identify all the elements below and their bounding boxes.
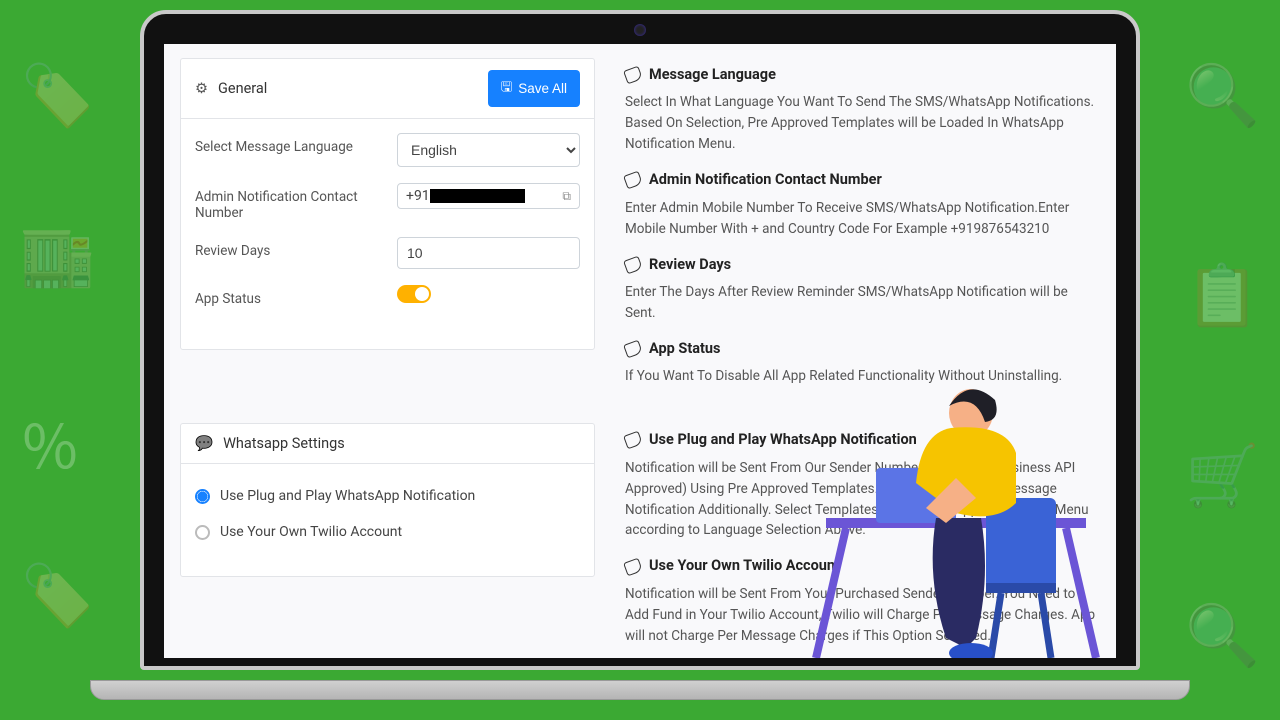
gear-icon bbox=[195, 80, 208, 97]
admin-number-label: Admin Notification Contact Number bbox=[195, 183, 385, 221]
redacted-number bbox=[430, 189, 525, 203]
app-screen: General Save All Select Message Language bbox=[164, 44, 1116, 658]
clipboard-icon[interactable]: ⧉ bbox=[562, 189, 571, 204]
hint-text: Notification will be Sent From Our Sende… bbox=[625, 458, 1100, 542]
hint-heading: App Status bbox=[649, 338, 721, 360]
admin-number-input[interactable]: +91 ⧉ bbox=[397, 183, 580, 209]
whatsapp-panel: Whatsapp Settings Use Plug and Play What… bbox=[180, 423, 595, 577]
hand-icon bbox=[623, 66, 643, 85]
hint-heading: Review Days bbox=[649, 254, 731, 276]
hand-icon bbox=[623, 557, 643, 576]
language-select[interactable]: English bbox=[397, 133, 580, 167]
hint-text: Enter Admin Mobile Number To Receive SMS… bbox=[625, 198, 1100, 240]
app-status-toggle[interactable] bbox=[397, 285, 431, 303]
review-days-input[interactable] bbox=[397, 237, 580, 269]
hint-text: Notification will be Sent From Your Purc… bbox=[625, 584, 1100, 647]
panel-title: General bbox=[218, 80, 267, 97]
laptop-base bbox=[90, 680, 1190, 700]
review-days-label: Review Days bbox=[195, 237, 385, 259]
hint-text: Enter The Days After Review Reminder SMS… bbox=[625, 282, 1100, 324]
hint-heading: Use Plug and Play WhatsApp Notification bbox=[649, 429, 917, 451]
save-all-button[interactable]: Save All bbox=[488, 70, 580, 107]
hand-icon bbox=[623, 431, 643, 450]
hint-heading: Admin Notification Contact Number bbox=[649, 169, 882, 191]
lang-label: Select Message Language bbox=[195, 133, 385, 155]
whatsapp-option-twilio[interactable]: Use Your Own Twilio Account bbox=[195, 514, 580, 550]
laptop-mockup: General Save All Select Message Language bbox=[125, 10, 1155, 710]
hand-icon bbox=[623, 340, 643, 359]
general-panel: General Save All Select Message Language bbox=[180, 58, 595, 350]
app-status-label: App Status bbox=[195, 285, 385, 307]
radio-unchecked-icon bbox=[195, 525, 210, 540]
hint-text: If You Want To Disable All App Related F… bbox=[625, 366, 1100, 387]
hand-icon bbox=[623, 171, 643, 190]
whatsapp-option-plugplay[interactable]: Use Plug and Play WhatsApp Notification bbox=[195, 478, 580, 514]
webcam-dot bbox=[634, 24, 646, 36]
hint-heading: Use Your Own Twilio Account bbox=[649, 555, 840, 577]
save-icon bbox=[501, 77, 513, 100]
panel-title: Whatsapp Settings bbox=[223, 435, 345, 452]
radio-checked-icon bbox=[195, 489, 210, 504]
hand-icon bbox=[623, 255, 643, 274]
hint-text: Select In What Language You Want To Send… bbox=[625, 92, 1100, 155]
whatsapp-icon bbox=[195, 435, 213, 452]
hint-heading: Message Language bbox=[649, 64, 776, 86]
